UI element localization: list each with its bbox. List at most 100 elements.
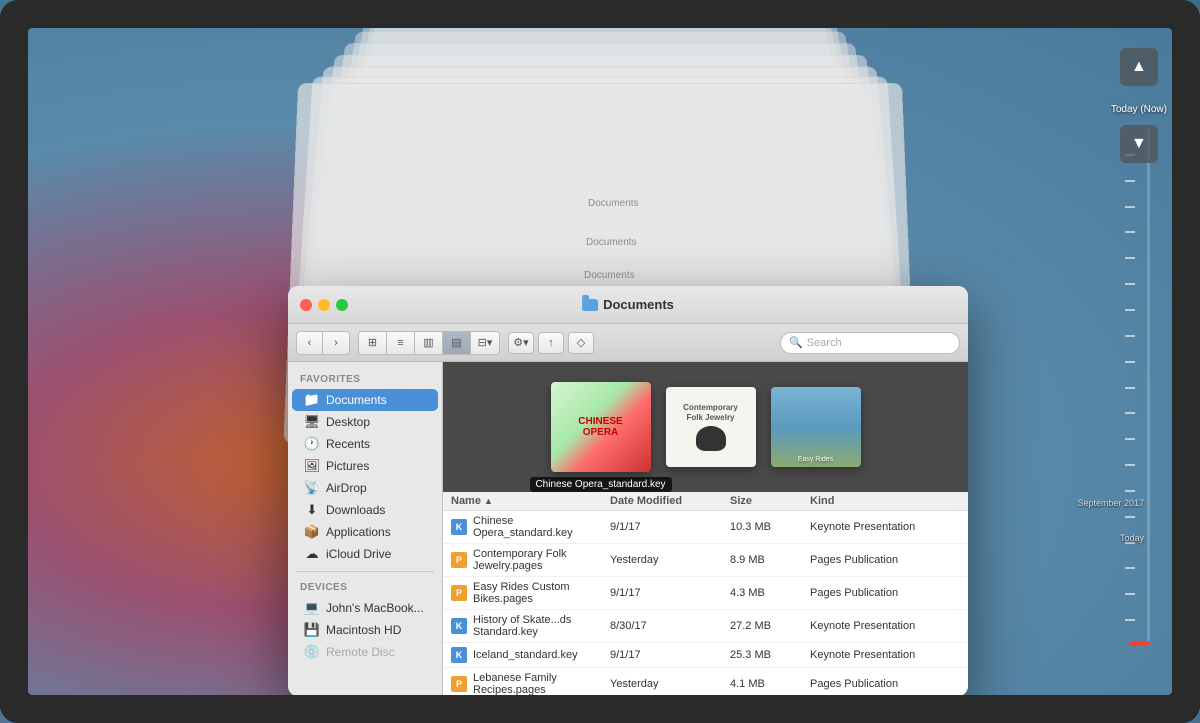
pages-icon: P [451, 585, 467, 601]
view-buttons: ⊞ ≡ ▥ ▤ ⊟▾ [358, 331, 500, 355]
sidebar-item-applications[interactable]: 📦 Applications [292, 521, 438, 543]
sidebar-airdrop-label: AirDrop [326, 481, 367, 495]
pages-icon: P [451, 676, 467, 692]
folder-icon [582, 299, 598, 311]
sidebar-item-hd[interactable]: 💾 Macintosh HD [292, 619, 438, 641]
table-row[interactable]: K Iceland_standard.key 9/1/17 25.3 MB Ke… [443, 643, 968, 668]
action-btn[interactable]: ⚙▾ [508, 332, 534, 354]
traffic-lights [300, 299, 348, 311]
keynote-icon: K [451, 519, 467, 535]
macbook-icon: 💻 [304, 600, 320, 616]
sidebar-item-pictures[interactable]: 🖼 Pictures [292, 455, 438, 477]
cover-flow-btn[interactable]: ▤ [443, 332, 471, 354]
tag-btn[interactable]: ◇ [568, 332, 594, 354]
back-button[interactable]: ‹ [297, 332, 323, 354]
timeline-bar [1147, 128, 1150, 645]
minimize-button[interactable] [318, 299, 330, 311]
sidebar-pictures-label: Pictures [326, 459, 369, 473]
sidebar-item-remote[interactable]: 💿 Remote Disc [292, 641, 438, 663]
sidebar-icloud-label: iCloud Drive [326, 547, 391, 561]
sidebar: Favorites 📁 Documents 🖥 Desktop 🕐 Recent… [288, 362, 443, 695]
col-date[interactable]: Date Modified [610, 495, 730, 507]
list-view-btn[interactable]: ≡ [387, 332, 415, 354]
file-list: Name ▲ Date Modified Size Kind [443, 492, 968, 695]
col-size[interactable]: Size [730, 495, 810, 507]
window-body: Favorites 📁 Documents 🖥 Desktop 🕐 Recent… [288, 362, 968, 695]
sidebar-desktop-label: Desktop [326, 415, 370, 429]
preview-area: CHINESEOPERA Chinese Opera_standard.key … [443, 362, 968, 492]
close-button[interactable] [300, 299, 312, 311]
bikes-thumb: Easy Rides [771, 387, 861, 467]
search-icon: 🔍 [789, 336, 803, 349]
tm-down-arrow[interactable]: ▼ [1120, 125, 1158, 163]
table-row[interactable]: P Lebanese Family Recipes.pages Yesterda… [443, 668, 968, 695]
preview-bikes[interactable]: Easy Rides [771, 387, 861, 467]
icon-view-btn[interactable]: ⊞ [359, 332, 387, 354]
col-name[interactable]: Name ▲ [451, 495, 610, 507]
window-title: Documents [582, 297, 674, 312]
search-box[interactable]: 🔍 Search [780, 332, 960, 354]
applications-icon: 📦 [304, 524, 320, 540]
file-name-cell: K Chinese Opera_standard.key [451, 515, 610, 539]
sidebar-macbook-label: John's MacBook... [326, 601, 424, 615]
tm-now-label: Today (Now) [1111, 104, 1167, 115]
sidebar-item-airdrop[interactable]: 📡 AirDrop [292, 477, 438, 499]
sidebar-recents-label: Recents [326, 437, 370, 451]
col-kind[interactable]: Kind [810, 495, 960, 507]
downloads-icon: ⬇ [304, 502, 320, 518]
column-view-btn[interactable]: ▥ [415, 332, 443, 354]
file-name-cell: P Contemporary Folk Jewelry.pages [451, 548, 610, 572]
recents-icon: 🕐 [304, 436, 320, 452]
desktop-icon: 🖥 [304, 414, 320, 430]
sidebar-documents-label: Documents [326, 393, 387, 407]
pictures-icon: 🖼 [304, 458, 320, 474]
time-machine-controls: ▲ Today (Now) ▼ [1111, 48, 1167, 171]
preview-jewelry[interactable]: ContemporaryFolk Jewelry [666, 387, 756, 467]
sidebar-item-macbook[interactable]: 💻 John's MacBook... [292, 597, 438, 619]
timeline-now-marker [1130, 641, 1150, 645]
jewelry-thumb: ContemporaryFolk Jewelry [666, 387, 756, 467]
devices-label: Devices [288, 578, 442, 597]
hd-icon: 💾 [304, 622, 320, 638]
sidebar-hd-label: Macintosh HD [326, 623, 401, 637]
sidebar-item-icloud[interactable]: ☁ iCloud Drive [292, 543, 438, 565]
sidebar-item-recents[interactable]: 🕐 Recents [292, 433, 438, 455]
file-name-cell: P Lebanese Family Recipes.pages [451, 672, 610, 695]
preview-opera[interactable]: CHINESEOPERA Chinese Opera_standard.key [551, 382, 651, 472]
table-row[interactable]: P Contemporary Folk Jewelry.pages Yester… [443, 544, 968, 577]
keynote-icon: K [451, 647, 467, 663]
sidebar-item-downloads[interactable]: ⬇ Downloads [292, 499, 438, 521]
sidebar-remote-label: Remote Disc [326, 645, 395, 659]
icloud-icon: ☁ [304, 546, 320, 562]
bikes-thumbnail: Easy Rides [771, 387, 861, 467]
nav-buttons: ‹ › [296, 331, 350, 355]
forward-button[interactable]: › [323, 332, 349, 354]
sidebar-item-documents[interactable]: 📁 Documents [292, 389, 438, 411]
keynote-icon: K [451, 618, 467, 634]
opera-label: Chinese Opera_standard.key [529, 477, 671, 492]
table-row[interactable]: P Easy Rides Custom Bikes.pages 9/1/17 4… [443, 577, 968, 610]
documents-icon: 📁 [304, 392, 320, 408]
sidebar-downloads-label: Downloads [326, 503, 385, 517]
table-row[interactable]: K Chinese Opera_standard.key 9/1/17 10.3… [443, 511, 968, 544]
table-row[interactable]: K History of Skate...ds Standard.key 8/3… [443, 610, 968, 643]
share-btn[interactable]: ↑ [538, 332, 564, 354]
toolbar: ‹ › ⊞ ≡ ▥ ▤ ⊟▾ ⚙▾ ↑ ◇ 🔍 Search [288, 324, 968, 362]
airdrop-icon: 📡 [304, 480, 320, 496]
file-list-header: Name ▲ Date Modified Size Kind [443, 492, 968, 511]
remote-icon: 💿 [304, 644, 320, 660]
tm-today-label: Today [1120, 533, 1144, 543]
finder-window: Documents ‹ › ⊞ ≡ ▥ ▤ ⊟▾ ⚙▾ ↑ ◇ 🔍 Search [288, 286, 968, 695]
file-content: CHINESEOPERA Chinese Opera_standard.key … [443, 362, 968, 695]
sidebar-item-desktop[interactable]: 🖥 Desktop [292, 411, 438, 433]
sidebar-divider [296, 571, 434, 572]
gallery-view-btn[interactable]: ⊟▾ [471, 332, 499, 354]
title-bar: Documents [288, 286, 968, 324]
sidebar-applications-label: Applications [326, 525, 391, 539]
maximize-button[interactable] [336, 299, 348, 311]
opera-thumbnail: CHINESEOPERA [551, 382, 651, 472]
favorites-label: Favorites [288, 370, 442, 389]
file-name-cell: P Easy Rides Custom Bikes.pages [451, 581, 610, 605]
tm-up-arrow[interactable]: ▲ [1120, 48, 1158, 86]
screen-area: ▲ Today (Now) ▼ Documents Documents Docu… [28, 28, 1172, 695]
